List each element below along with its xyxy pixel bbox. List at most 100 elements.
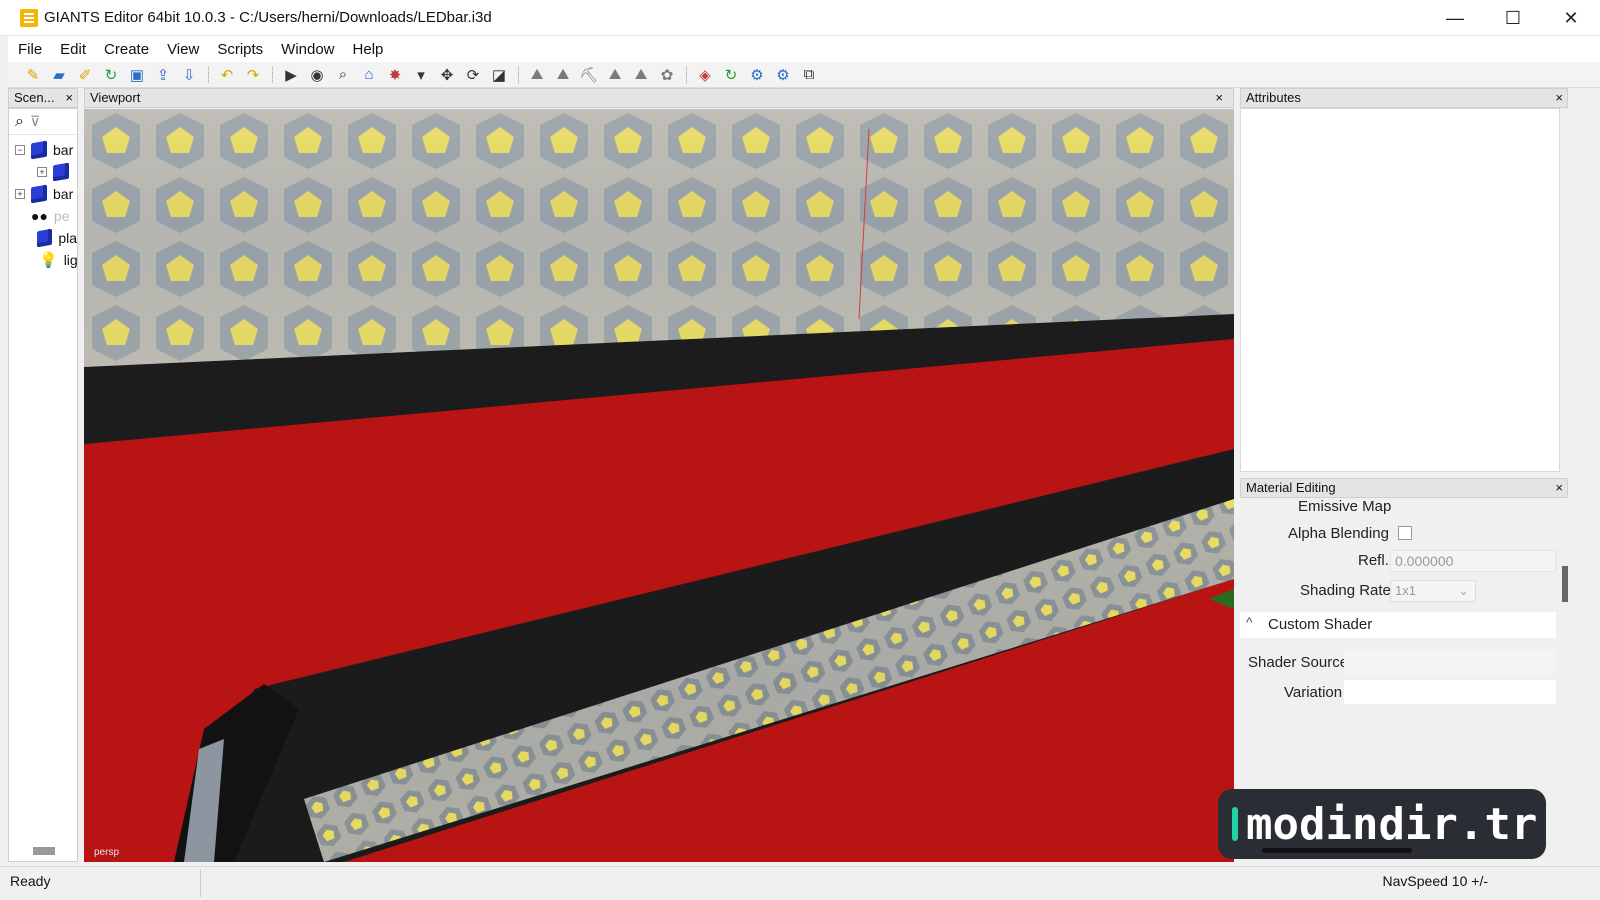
tree-item-label: ligh — [63, 252, 77, 268]
menu-file[interactable]: File — [18, 41, 42, 58]
menu-scripts[interactable]: Scripts — [217, 41, 263, 58]
shading-rate-dropdown[interactable]: 1x1 ⌄ — [1390, 580, 1476, 602]
material-icon[interactable]: ◈ — [694, 64, 716, 86]
scale-icon[interactable]: ◪ — [488, 64, 510, 86]
toolbar-separator — [686, 65, 690, 84]
emissive-map-label: Emissive Map — [1298, 498, 1392, 515]
tool4-icon[interactable]: ⛰ — [604, 64, 626, 86]
custom-shader-label: Custom Shader — [1268, 616, 1373, 633]
tool5-icon[interactable]: ⛰ — [630, 64, 652, 86]
horizontal-scrollbar[interactable] — [33, 847, 55, 855]
tree-item[interactable]: 💡 ligh — [9, 249, 77, 271]
tool2-icon[interactable]: ⛰ — [552, 64, 574, 86]
cube-icon — [37, 228, 53, 248]
collapse-icon[interactable]: − — [15, 145, 25, 155]
scenegraph-search-bar: ⌕ ⊽ — [9, 109, 77, 135]
undo-icon[interactable]: ↶ — [216, 64, 238, 86]
watermark-accent — [1232, 807, 1238, 841]
tree-item[interactable]: + bar — [9, 183, 77, 205]
variation-field[interactable] — [1344, 680, 1556, 704]
tree-item-label: pe — [53, 208, 70, 224]
play-icon[interactable]: ▶ — [280, 64, 302, 86]
open-folder-icon[interactable]: ▰ — [48, 64, 70, 86]
tool6-icon[interactable]: ✿ — [656, 64, 678, 86]
chevron-down-icon[interactable]: ▾ — [410, 64, 432, 86]
expand-icon[interactable]: + — [15, 189, 25, 199]
gear-alt-icon[interactable]: ⚙ — [772, 64, 794, 86]
shader-source-label: Shader Source — [1248, 654, 1349, 671]
import-icon[interactable]: ⇩ — [178, 64, 200, 86]
status-divider — [200, 869, 201, 897]
viewport-3d-scene: persp — [84, 109, 1234, 862]
viewport-header: Viewport × — [84, 88, 1234, 108]
scenegraph-close-icon[interactable]: × — [65, 89, 73, 107]
menu-bar: File Edit Create View Scripts Window Hel… — [8, 36, 1600, 62]
watermark-badge: modindir.tr — [1218, 789, 1546, 859]
copy-icon[interactable]: ⧉ — [798, 64, 820, 86]
watermark-text: modindir.tr — [1246, 798, 1538, 850]
viewport-close-icon[interactable]: × — [1215, 89, 1223, 107]
scenegraph-title: Scen... — [14, 90, 55, 105]
watermark-underline — [1262, 848, 1412, 853]
tree-item[interactable]: ●● pe — [9, 205, 77, 227]
scenegraph-panel: ⌕ ⊽ − bar + + bar ●● pe pla 💡 ligh — [8, 108, 78, 862]
new-file-icon[interactable]: ✎ — [22, 64, 44, 86]
title-bar: GIANTS Editor 64bit 10.0.3 - C:/Users/he… — [0, 0, 1600, 36]
material-editing-header: Material Editing × — [1240, 478, 1568, 498]
eye-icon[interactable]: ◉ — [306, 64, 328, 86]
vertical-scrollbar[interactable] — [1562, 566, 1568, 602]
cube-icon — [31, 140, 47, 160]
material-editing-close-icon[interactable]: × — [1555, 479, 1563, 497]
toolbar-separator — [272, 65, 276, 84]
viewport-title: Viewport — [90, 90, 141, 105]
chevron-down-icon: ⌄ — [1458, 583, 1469, 598]
menu-window[interactable]: Window — [281, 41, 334, 58]
attributes-header: Attributes × — [1240, 88, 1568, 108]
attributes-close-icon[interactable]: × — [1555, 89, 1563, 107]
shader-source-field[interactable] — [1344, 650, 1556, 674]
reload-icon[interactable]: ↻ — [100, 64, 122, 86]
variation-label: Variation — [1284, 684, 1343, 701]
minimize-button[interactable]: — — [1426, 0, 1484, 36]
viewport-canvas[interactable]: persp — [84, 109, 1234, 862]
attributes-panel — [1240, 108, 1560, 472]
tree-item-label: bar — [53, 186, 74, 202]
redo-icon[interactable]: ↷ — [242, 64, 264, 86]
menu-edit[interactable]: Edit — [60, 41, 86, 58]
gear-icon[interactable]: ⚙ — [746, 64, 768, 86]
light-icon: 💡 — [39, 252, 58, 269]
rotate-icon[interactable]: ⟳ — [462, 64, 484, 86]
search-icon[interactable]: ⌕ — [15, 113, 24, 131]
attributes-title: Attributes — [1246, 90, 1301, 105]
custom-shader-section[interactable]: ^ Custom Shader — [1240, 612, 1556, 638]
shading-rate-label: Shading Rate — [1300, 582, 1391, 599]
alpha-blending-label: Alpha Blending — [1288, 525, 1389, 542]
tool1-icon[interactable]: ⛰ — [526, 64, 548, 86]
tree-item[interactable]: pla — [9, 227, 77, 249]
material-editing-title: Material Editing — [1246, 480, 1336, 495]
maximize-button[interactable]: ☐ — [1484, 0, 1542, 36]
expand-icon[interactable]: + — [37, 167, 47, 177]
alpha-blending-checkbox[interactable] — [1398, 526, 1412, 540]
menu-view[interactable]: View — [167, 41, 199, 58]
save-icon[interactable]: ▣ — [126, 64, 148, 86]
refresh-icon[interactable]: ↻ — [720, 64, 742, 86]
tree-item[interactable]: − bar — [9, 139, 77, 161]
refl-field[interactable] — [1390, 550, 1556, 572]
shading-rate-value: 1x1 — [1395, 583, 1416, 598]
scenegraph-header: Scen... × — [8, 88, 78, 108]
tree-item[interactable]: + — [9, 161, 77, 183]
menu-create[interactable]: Create — [104, 41, 149, 58]
terrain-icon[interactable]: ✸ — [384, 64, 406, 86]
export-icon[interactable]: ⇪ — [152, 64, 174, 86]
edit-icon[interactable]: ✐ — [74, 64, 96, 86]
move-icon[interactable]: ✥ — [436, 64, 458, 86]
filter-icon[interactable]: ⊽ — [30, 113, 40, 130]
tool3-icon[interactable]: ⛏ — [578, 64, 600, 86]
home-icon[interactable]: ⌂ — [358, 64, 380, 86]
zoom-icon[interactable]: ⌕ — [332, 64, 354, 86]
window-title: GIANTS Editor 64bit 10.0.3 - C:/Users/he… — [44, 9, 492, 26]
menu-help[interactable]: Help — [353, 41, 384, 58]
close-window-button[interactable]: ✕ — [1542, 0, 1600, 36]
toolbar-separator — [208, 65, 212, 84]
